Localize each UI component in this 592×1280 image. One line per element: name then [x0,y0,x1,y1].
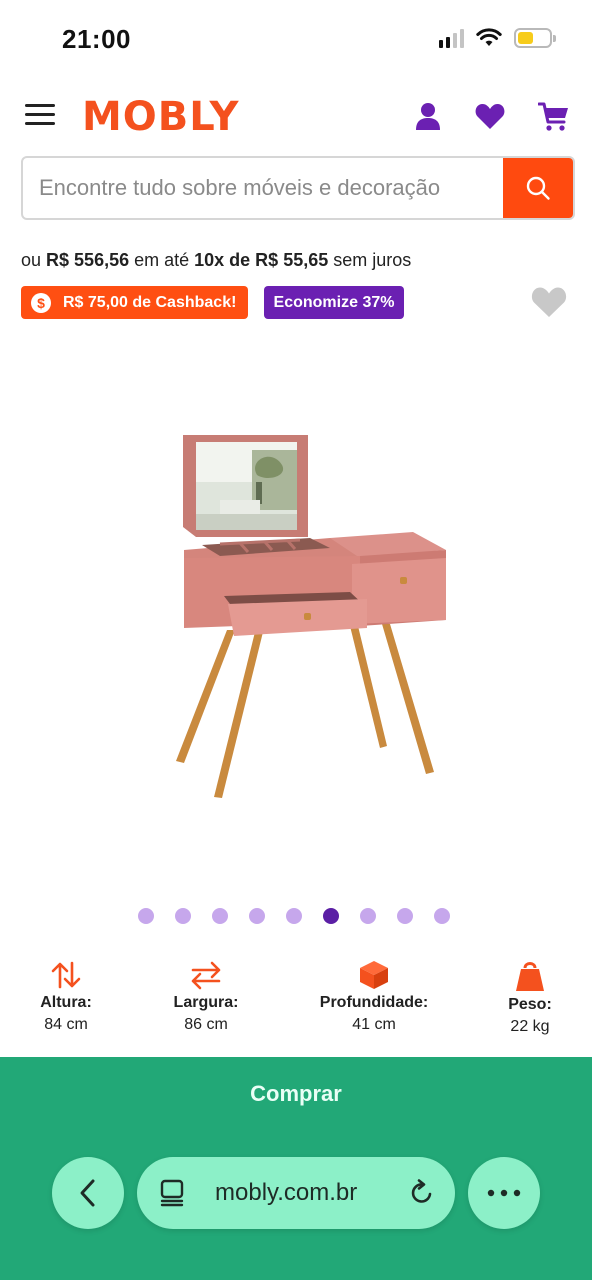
mobly-logo[interactable]: MOBLY [82,94,240,140]
menu-icon[interactable] [25,104,55,128]
spec-weight: Peso: 22 kg [500,960,560,1036]
reload-icon[interactable] [409,1179,435,1207]
more-dots-icon [487,1189,521,1197]
box-icon [360,961,388,989]
url-text: mobly.com.br [215,1179,358,1206]
mirror-lid [183,435,308,537]
search-button[interactable] [503,158,573,218]
carousel-dot[interactable] [138,908,154,924]
cashback-coin-icon: $ [31,292,51,313]
carousel-dot-active[interactable] [323,908,339,924]
carousel-dot[interactable] [360,908,376,924]
user-icon[interactable] [412,100,444,132]
search-input[interactable] [23,158,505,218]
wifi-icon [476,28,502,46]
chevron-left-icon [80,1179,95,1207]
installment-plan: 10x de R$ 55,65 [194,250,329,270]
product-image[interactable] [160,420,460,810]
browser-back-button[interactable] [52,1157,124,1229]
tabs-icon[interactable] [159,1179,185,1207]
table-legs [176,624,434,798]
spec-label: Largura: [173,994,239,1011]
status-time: 21:00 [62,24,131,54]
installment-info: ou R$ 556,56 em até 10x de R$ 55,65 sem … [21,250,411,271]
carousel-dot[interactable] [212,908,228,924]
spec-depth: Profundidade: 41 cm [312,960,436,1034]
carousel-dot[interactable] [286,908,302,924]
buy-button[interactable]: Comprar [0,1057,592,1131]
product-specs: Altura: 84 cm Largura: 86 cm Profundidad… [0,960,592,1040]
cart-icon[interactable] [538,100,570,132]
status-icons [439,28,556,48]
price-total: R$ 556,56 [46,250,130,270]
carousel-dot[interactable] [249,908,265,924]
status-bar: 21:00 [0,0,592,78]
spec-label: Profundidade: [319,994,429,1011]
height-arrows-icon [51,961,81,989]
carousel-dots [138,908,450,924]
spec-value: 41 cm [352,1016,396,1033]
spec-value: 86 cm [184,1016,228,1033]
cellular-signal-icon [439,28,464,48]
heart-icon[interactable] [474,100,506,132]
site-header: MOBLY [0,88,592,144]
spec-width: Largura: 86 cm [164,960,248,1034]
search-bar [21,156,575,220]
carousel-dot[interactable] [175,908,191,924]
cashback-badge: $ R$ 75,00 de Cashback! [21,286,248,319]
battery-icon [514,28,556,48]
cashback-label: R$ 75,00 de Cashback! [63,293,237,311]
more-options-button[interactable] [468,1157,540,1229]
favorite-heart-icon[interactable] [530,284,568,320]
price-middle: em até [129,250,195,270]
spec-label: Peso: [508,996,552,1013]
carousel-dot[interactable] [397,908,413,924]
weight-icon [516,962,544,991]
url-bar[interactable]: mobly.com.br [137,1157,455,1229]
spec-height: Altura: 84 cm [26,960,106,1034]
discount-label: Economize 37% [273,293,395,311]
spec-value: 22 kg [510,1018,550,1035]
spec-value: 84 cm [44,1016,88,1033]
price-prefix: ou [21,250,47,270]
spec-label: Altura: [40,994,92,1011]
width-arrows-icon [191,961,221,990]
discount-badge: Economize 37% [264,286,404,319]
search-icon [526,176,550,200]
price-suffix: sem juros [328,250,412,270]
carousel-dot[interactable] [434,908,450,924]
